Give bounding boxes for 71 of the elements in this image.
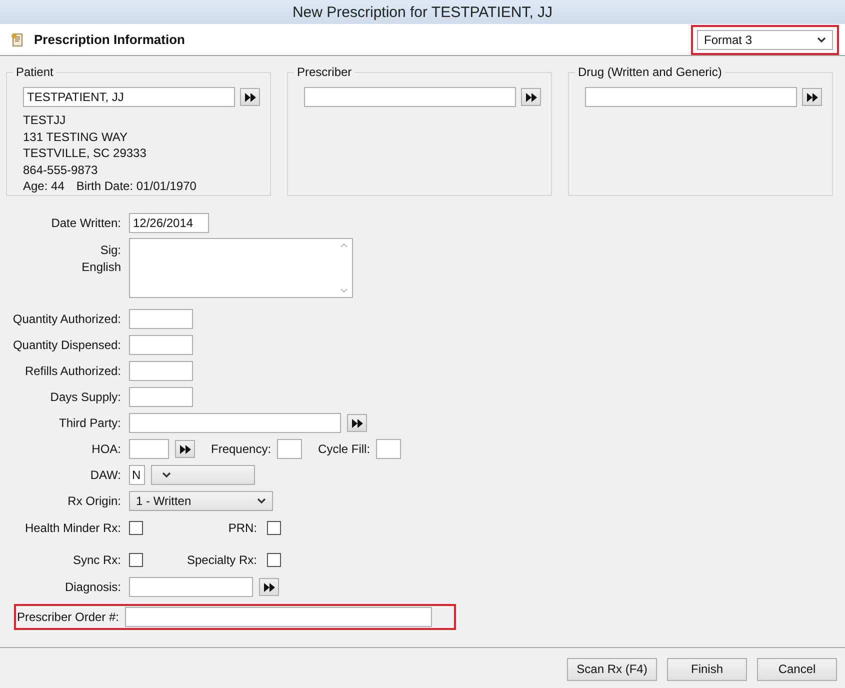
patient-detail: TESTVILLE, SC 29333 [23, 145, 148, 162]
quantity-field[interactable] [129, 309, 193, 329]
caret-icon [162, 472, 171, 478]
lookup-button[interactable] [259, 578, 279, 596]
birth-date: Birth Date: 01/01/1970 [76, 178, 196, 194]
fast-forward-icon [352, 418, 362, 428]
rx-origin-dropdown[interactable]: 1 - Written [129, 491, 273, 511]
field-label: Quantity Dispensed: [12, 338, 121, 352]
daw-dropdown[interactable] [151, 465, 255, 485]
checkbox[interactable] [267, 521, 281, 535]
field-label: Sig: [100, 243, 121, 257]
prescriber-order-field[interactable] [125, 607, 432, 627]
lookup-button[interactable] [521, 88, 541, 106]
field-label: Cycle Fill: [318, 442, 370, 456]
patient-age: Age: 44 [23, 178, 64, 194]
quantity-field[interactable] [129, 387, 193, 407]
patient-detail: 131 TESTING WAY [23, 128, 128, 145]
field-label: Third Party: [58, 416, 121, 430]
fast-forward-icon [526, 92, 536, 102]
lookup-button[interactable] [240, 88, 260, 106]
fast-forward-icon [244, 92, 256, 102]
caret-icon [257, 498, 266, 504]
field-label: Refills Authorized: [24, 364, 121, 378]
caret-icon [817, 36, 826, 42]
field-label: Diagnosis: [64, 580, 121, 594]
date-field[interactable]: 12/26/2014 [129, 213, 209, 233]
lookup-button[interactable] [347, 414, 367, 432]
panel-title: Patient [13, 65, 56, 79]
field-label: Health Minder Rx: [24, 521, 121, 535]
checkbox[interactable] [129, 521, 143, 535]
field-label: PRN: [227, 521, 257, 535]
window-title: New Prescription for TESTPATIENT, JJ [292, 4, 553, 20]
quantity-field[interactable] [129, 361, 193, 381]
field-label: Prescriber Order #: [16, 610, 119, 624]
patient-detail: TESTJJ [23, 112, 67, 128]
daw-field[interactable]: N [129, 465, 145, 485]
field-label: Days Supply: [49, 390, 121, 404]
checkbox[interactable] [129, 553, 143, 567]
dialog-button[interactable]: Finish [667, 658, 747, 680]
lookup-button[interactable] [175, 440, 195, 458]
patient-detail: 864-555-9873 [23, 162, 99, 178]
field-label: DAW: [89, 468, 121, 482]
dialog-button[interactable]: Cancel [757, 658, 837, 680]
field-label: HOA: [90, 442, 121, 456]
cycle-fill-field[interactable] [376, 439, 402, 459]
frequency-field[interactable] [277, 439, 302, 459]
fast-forward-icon [264, 582, 274, 592]
third-party-field[interactable] [129, 413, 341, 433]
dialog-button[interactable]: Scan Rx (F4) [567, 658, 657, 680]
fast-forward-icon [180, 444, 190, 454]
panel-title: Prescriber [294, 65, 355, 79]
field-label: Quantity Authorized: [12, 312, 121, 326]
section-title: Prescription Information [34, 32, 185, 47]
sig-textarea[interactable] [129, 238, 353, 298]
prescriber-field[interactable] [304, 87, 516, 107]
patient-field[interactable]: TESTPATIENT, JJ [23, 87, 235, 107]
field-label: Frequency: [211, 442, 272, 456]
drug-field[interactable] [585, 87, 797, 107]
format-dropdown[interactable]: Format 3 [697, 30, 833, 50]
quantity-field[interactable] [129, 335, 193, 355]
field-label: Specialty Rx: [186, 553, 257, 567]
panel-title: Drug (Written and Generic) [575, 65, 725, 79]
fast-forward-icon [806, 92, 818, 102]
lookup-button[interactable] [802, 88, 822, 106]
language-label: English [82, 260, 121, 274]
field-label: Rx Origin: [66, 494, 121, 508]
checkbox[interactable] [267, 553, 281, 567]
field-label: Date Written: [50, 216, 121, 230]
hoa-field[interactable] [129, 439, 169, 459]
diagnosis-field[interactable] [129, 577, 253, 597]
field-label: Sync Rx: [72, 553, 121, 567]
